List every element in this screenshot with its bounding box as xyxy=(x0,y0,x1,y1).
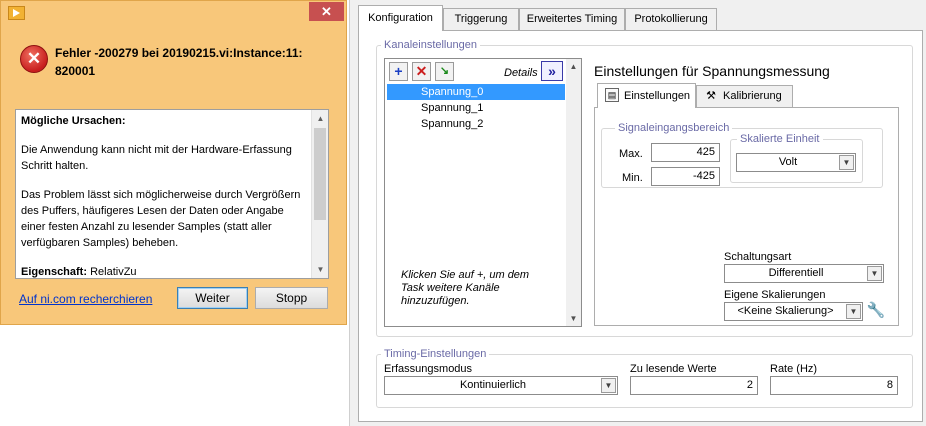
channel-item[interactable]: Spannung_2 xyxy=(387,116,565,132)
custom-scaling-value: <Keine Skalierung> xyxy=(737,305,834,317)
chevron-down-icon[interactable]: ▼ xyxy=(839,155,854,170)
search-ni-link[interactable]: Auf ni.com recherchieren xyxy=(19,292,152,306)
channel-list-scrollbar[interactable]: ▲ ▼ xyxy=(566,59,581,326)
chevron-down-icon[interactable]: ▼ xyxy=(846,304,861,319)
details-label: Details xyxy=(504,67,538,79)
scroll-thumb[interactable] xyxy=(314,128,326,220)
labview-app-icon xyxy=(8,6,25,20)
error-message-box[interactable]: Mögliche Ursachen: Die Anwendung kann ni… xyxy=(15,109,329,279)
acquisition-mode-label: Erfassungsmodus xyxy=(384,363,473,375)
max-label: Max. xyxy=(619,148,643,160)
tab-content: Kanaleinstellungen + ✕ ↘ Details » Spann… xyxy=(358,30,923,422)
chevron-down-icon[interactable]: ▼ xyxy=(867,266,882,281)
tab-triggerung[interactable]: Triggerung xyxy=(443,8,519,30)
samples-to-read-label: Zu lesende Werte xyxy=(630,363,717,375)
calibration-wrench-icon: ⚒ xyxy=(706,90,716,102)
tab-konfiguration[interactable]: Konfiguration xyxy=(358,5,443,31)
rate-label: Rate (Hz) xyxy=(770,363,818,375)
remove-channel-icon[interactable]: ✕ xyxy=(412,62,431,81)
error-icon: ✕ xyxy=(20,45,48,73)
chevron-down-icon[interactable]: ▼ xyxy=(601,378,616,393)
add-channel-hint: Klicken Sie auf +, um dem Task weitere K… xyxy=(401,269,530,307)
cause-paragraph-2: Das Problem lässt sich möglicherweise du… xyxy=(21,189,301,249)
property-line: Eigenschaft: RelativZu xyxy=(21,264,306,278)
daq-config-panel: Konfiguration Triggerung Erweitertes Tim… xyxy=(349,0,926,426)
scroll-down-icon[interactable]: ▼ xyxy=(312,261,328,278)
add-channel-icon[interactable]: + xyxy=(389,62,408,81)
rearrange-channels-icon[interactable]: ↘ xyxy=(435,62,454,81)
scaled-unit-label: Skalierte Einheit xyxy=(737,133,823,145)
measurement-settings: Einstellungen für Spannungsmessung ▤ Eins… xyxy=(594,56,909,331)
tab-protokollierung[interactable]: Protokollierung xyxy=(625,8,717,30)
message-scrollbar[interactable]: ▲ ▼ xyxy=(311,110,328,278)
edit-scale-wrench-icon[interactable]: 🔧 xyxy=(866,301,886,321)
error-message-text: Mögliche Ursachen: Die Anwendung kann ni… xyxy=(21,113,306,278)
error-dialog: ✕ ✕ Fehler -200279 bei 20190215.vi:Insta… xyxy=(0,0,347,325)
channel-settings-label: Kanaleinstellungen xyxy=(381,39,480,51)
tab-erweitertes-timing[interactable]: Erweitertes Timing xyxy=(519,8,625,30)
rate-input[interactable]: 8 xyxy=(770,376,898,395)
scaled-unit-select[interactable]: Volt ▼ xyxy=(736,153,856,172)
subtab-kalibrierung[interactable]: ⚒ Kalibrierung xyxy=(696,85,793,107)
terminal-config-select[interactable]: Differentiell ▼ xyxy=(724,264,884,283)
custom-scaling-label: Eigene Skalierungen xyxy=(724,289,826,301)
custom-scaling-select[interactable]: <Keine Skalierung> ▼ xyxy=(724,302,863,321)
channel-list[interactable]: + ✕ ↘ Details » Spannung_0 Spannung_1 Sp… xyxy=(384,58,582,327)
acquisition-mode-select[interactable]: Kontinuierlich ▼ xyxy=(384,376,618,395)
cause-paragraph-1: Die Anwendung kann nicht mit der Hardwar… xyxy=(21,144,292,172)
expand-details-icon[interactable]: » xyxy=(541,61,563,81)
stop-button[interactable]: Stopp xyxy=(255,287,328,309)
possible-causes-heading: Mögliche Ursachen: xyxy=(21,115,126,127)
subtab-einstellungen-label: Einstellungen xyxy=(624,90,691,102)
measurement-title: Einstellungen für Spannungsmessung xyxy=(594,63,830,79)
acquisition-mode-value: Kontinuierlich xyxy=(459,379,527,391)
continue-button[interactable]: Weiter xyxy=(177,287,248,309)
settings-icon: ▤ xyxy=(605,88,619,102)
error-title: Fehler -200279 bei 20190215.vi:Instance:… xyxy=(55,46,303,78)
signal-range-label: Signaleingangsbereich xyxy=(615,122,733,134)
channel-item[interactable]: Spannung_0 xyxy=(387,84,565,100)
scroll-up-icon[interactable]: ▲ xyxy=(566,59,581,74)
subtab-kalibrierung-label: Kalibrierung xyxy=(723,90,782,102)
scaled-unit-value: Volt xyxy=(778,156,798,168)
property-label: Eigenschaft: xyxy=(21,266,88,278)
terminal-config-value: Differentiell xyxy=(768,267,824,279)
close-button[interactable]: ✕ xyxy=(309,2,344,21)
property-value: RelativZu xyxy=(90,266,137,278)
scroll-up-icon[interactable]: ▲ xyxy=(312,110,328,127)
subtab-content: Signaleingangsbereich Max. 425 Min. -425… xyxy=(594,107,899,326)
terminal-config-label: Schaltungsart xyxy=(724,251,792,263)
max-input[interactable]: 425 xyxy=(651,143,720,162)
subtab-einstellungen[interactable]: ▤ Einstellungen xyxy=(597,83,696,108)
min-label: Min. xyxy=(622,172,643,184)
scroll-down-icon[interactable]: ▼ xyxy=(566,311,581,326)
min-input[interactable]: -425 xyxy=(651,167,720,186)
timing-settings-label: Timing-Einstellungen xyxy=(381,348,490,360)
channel-item[interactable]: Spannung_1 xyxy=(387,100,565,116)
samples-to-read-input[interactable]: 2 xyxy=(630,376,758,395)
